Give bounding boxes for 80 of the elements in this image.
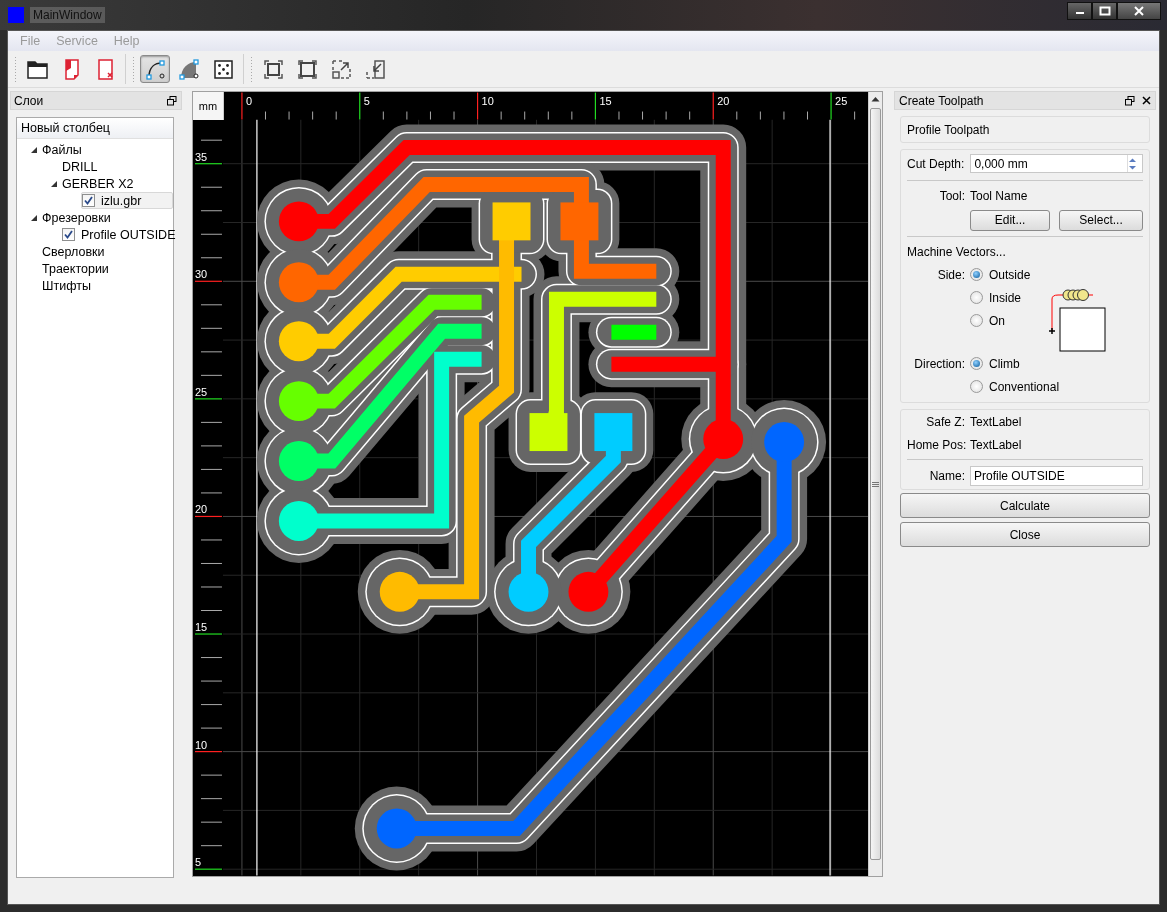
toolbar-button[interactable] xyxy=(140,55,170,83)
ruler-label: 25 xyxy=(835,94,848,107)
radio-button[interactable] xyxy=(970,291,983,304)
tree-item[interactable]: Траектории xyxy=(41,260,173,277)
maximize-button[interactable] xyxy=(1092,2,1117,20)
tree-item[interactable]: DRILL xyxy=(61,158,173,175)
ruler-label: 30 xyxy=(195,268,208,281)
ruler-label: 10 xyxy=(195,738,208,751)
checkbox[interactable] xyxy=(62,228,75,241)
grip-icon xyxy=(872,480,879,488)
safe-z-value: TextLabel xyxy=(970,414,1022,429)
field-label: Side: xyxy=(936,267,965,282)
expanded-arrow-icon[interactable] xyxy=(49,179,58,188)
spin-arrows-icon[interactable] xyxy=(1128,156,1137,171)
radio-option[interactable]: Outside xyxy=(970,263,1031,286)
ruler-label: 20 xyxy=(717,94,730,107)
radio-option[interactable]: Climb xyxy=(970,352,1020,375)
calculate-button[interactable]: Calculate xyxy=(900,493,1150,518)
name-field[interactable]: Profile OUTSIDE xyxy=(970,466,1143,486)
tree-item[interactable]: izlu.gbr xyxy=(81,192,173,209)
scrollbar-thumb[interactable] xyxy=(870,108,881,860)
ruler-label: 35 xyxy=(195,150,208,163)
panel-title: Create Toolpath xyxy=(899,93,985,108)
tree-item[interactable]: Profile OUTSIDE xyxy=(61,226,181,243)
minimize-button[interactable] xyxy=(1067,2,1092,20)
close-button[interactable] xyxy=(1117,2,1161,20)
ruler-label: 15 xyxy=(195,621,208,634)
panel-title: Слои xyxy=(14,93,44,108)
filled-curve-icon xyxy=(176,56,202,82)
field-label: Tool: xyxy=(938,188,965,203)
expanded-arrow-icon[interactable] xyxy=(29,213,38,222)
up-arrow-icon[interactable] xyxy=(871,96,880,102)
field-label: Direction: xyxy=(913,356,965,371)
radio-option[interactable]: Conventional xyxy=(970,375,1060,398)
radio-button[interactable] xyxy=(970,314,983,327)
tree-item[interactable]: Штифты xyxy=(41,277,173,294)
toolbar-grip[interactable] xyxy=(14,56,17,82)
field-label: Name: xyxy=(928,469,965,483)
radio-option[interactable]: On xyxy=(970,309,1005,332)
ruler-label: 20 xyxy=(195,503,208,516)
field-label: Safe Z: xyxy=(925,414,965,429)
checkmark-icon xyxy=(64,230,73,239)
section-heading: Profile Toolpath xyxy=(907,121,991,139)
radio-option[interactable]: Inside xyxy=(970,286,1022,309)
toolbar-grip[interactable] xyxy=(132,56,135,82)
maximize-icon xyxy=(1098,6,1111,16)
radio-button[interactable] xyxy=(970,357,983,370)
ruler-label: 10 xyxy=(481,94,494,107)
ruler-label: 0 xyxy=(245,94,253,107)
expanded-arrow-icon[interactable] xyxy=(29,145,38,154)
toolbar-grip[interactable] xyxy=(250,56,253,82)
edit-button[interactable]: Edit... xyxy=(970,209,1051,231)
tree-item[interactable]: Фрезеровки xyxy=(41,209,173,226)
vertical-scrollbar[interactable] xyxy=(868,92,882,876)
float-icon[interactable] xyxy=(1125,95,1135,106)
app-icon xyxy=(8,7,24,23)
section-label: Machine Vectors... xyxy=(907,244,1006,259)
select-button[interactable]: Select... xyxy=(1059,209,1143,231)
ruler-label: 25 xyxy=(195,385,208,398)
tool-name: Tool Name xyxy=(970,188,1028,203)
ruler-label: 15 xyxy=(599,94,612,107)
tree-item[interactable]: Сверловки xyxy=(41,243,173,260)
checkmark-icon xyxy=(84,196,93,205)
ruler-label: 5 xyxy=(363,94,370,107)
home-position-value: TextLabel xyxy=(970,437,1022,452)
close-icon xyxy=(1133,6,1145,16)
unit-label: mm xyxy=(193,92,224,120)
radio-button[interactable] xyxy=(970,268,983,281)
tree-item[interactable]: Файлы xyxy=(41,141,173,158)
cut-depth-spinbox[interactable]: 0,000 mm xyxy=(970,154,1143,173)
close-button[interactable]: Close xyxy=(900,522,1150,547)
close-icon[interactable] xyxy=(1142,96,1151,105)
window-title: MainWindow xyxy=(30,7,105,23)
radio-button[interactable] xyxy=(970,380,983,393)
field-label: Cut Depth: xyxy=(907,156,965,171)
field-label: Home Pos: xyxy=(907,437,965,452)
ruler-label: 5 xyxy=(195,856,202,869)
float-icon[interactable] xyxy=(167,95,177,106)
tree-item[interactable]: GERBER X2 xyxy=(61,175,173,192)
checkbox[interactable] xyxy=(82,194,95,207)
